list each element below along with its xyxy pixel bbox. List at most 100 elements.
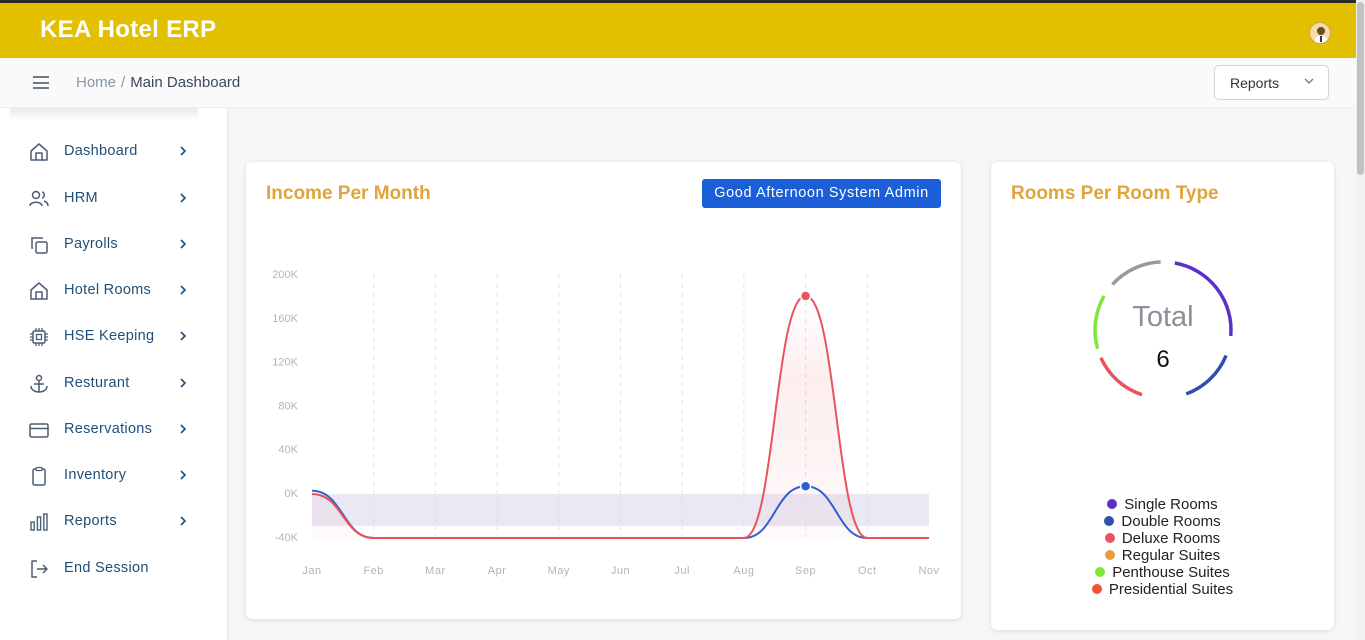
chevron-right-icon	[180, 285, 187, 295]
legend-dot	[1104, 533, 1115, 544]
chevron-right-icon	[180, 193, 187, 203]
data-point	[799, 290, 812, 302]
total-value: 6	[1156, 346, 1169, 373]
users-icon	[29, 190, 49, 207]
legend-dot	[1104, 516, 1115, 527]
copy-icon	[31, 237, 48, 254]
bar-chart-icon	[30, 513, 48, 531]
sidebar-item-inventory[interactable]: Inventory	[28, 461, 198, 489]
legend-dot	[1104, 550, 1115, 561]
home-icon	[30, 282, 48, 300]
legend-item[interactable]: Penthouse Suites	[991, 564, 1334, 581]
legend-label: Penthouse Suites	[1112, 564, 1230, 581]
page-scrollbar[interactable]	[1356, 0, 1365, 640]
anchor-icon	[30, 374, 48, 393]
legend-label: Deluxe Rooms	[1121, 530, 1221, 547]
x-tick-label: May	[548, 565, 570, 577]
y-tick-label: 120K	[272, 357, 298, 369]
sidebar: Dashboard HRM Payrolls Hotel Rooms HSE K…	[0, 108, 228, 640]
sidebar-item-dashboard[interactable]: Dashboard	[28, 137, 198, 165]
x-tick-label: Jun	[611, 565, 630, 577]
sidebar-item-end-session[interactable]: End Session	[28, 554, 198, 582]
x-tick-label: Aug	[733, 565, 754, 577]
sidebar-item-label: Reservations	[64, 421, 153, 437]
sidebar-item-label: Reports	[64, 513, 117, 529]
legend-label: Presidential Suites	[1108, 581, 1234, 598]
legend-dot	[1095, 567, 1106, 578]
x-tick-label: Nov	[918, 565, 939, 577]
top-bar: KEA Hotel ERP	[0, 0, 1356, 58]
sidebar-item-label: Hotel Rooms	[64, 282, 152, 298]
scrollbar-thumb[interactable]	[1357, 2, 1364, 175]
legend-item[interactable]: Deluxe Rooms	[991, 530, 1334, 547]
x-tick-label: Apr	[488, 565, 507, 577]
rooms-radial-chart: Total 6	[1093, 260, 1233, 397]
sidebar-item-label: Inventory	[64, 467, 127, 483]
clipboard-icon	[32, 466, 46, 486]
y-tick-label: -40K	[275, 532, 299, 544]
sidebar-item-label: Dashboard	[64, 143, 138, 159]
sidebar-item-reservations[interactable]: Reservations	[28, 415, 198, 443]
legend-label: Single Rooms	[1124, 496, 1218, 513]
legend-item[interactable]: Regular Suites	[991, 547, 1334, 564]
cpu-icon	[30, 328, 48, 346]
penthouse-suites-arc	[1093, 295, 1106, 350]
sidebar-item-payrolls[interactable]: Payrolls	[28, 230, 198, 258]
legend-dot	[1107, 499, 1118, 510]
breadcrumb-bar: Home / Main Dashboard Reports	[0, 58, 1356, 108]
legend-item[interactable]: Double Rooms	[991, 513, 1334, 530]
log-out-icon	[31, 560, 48, 578]
sidebar-item-label: HSE Keeping	[64, 328, 155, 344]
double-rooms-arc	[1185, 354, 1228, 396]
y-tick-label: 160K	[272, 313, 298, 325]
chart-legend: Single Rooms Double Rooms Deluxe Rooms Regu…	[991, 496, 1334, 598]
rooms-per-room-type-card: Rooms Per Room Type Total 6 Single Rooms…	[991, 162, 1334, 630]
income-per-month-card: Income Per Month Good Afternoon System A…	[246, 162, 961, 619]
sidebar-item-hse-keeping[interactable]: HSE Keeping	[28, 322, 198, 350]
user-avatar[interactable]	[1309, 22, 1331, 44]
chevron-right-icon	[180, 470, 187, 480]
sidebar-item-hotel-rooms[interactable]: Hotel Rooms	[28, 276, 198, 304]
sidebar-item-label: End Session	[64, 560, 149, 576]
legend-item[interactable]: Presidential Suites	[991, 581, 1334, 598]
chevron-down-icon	[1304, 74, 1314, 91]
chevron-right-icon	[180, 239, 187, 249]
chevron-right-icon	[180, 331, 187, 341]
income-chart: 200K 160K 120K 80K 40K 0K -40K Jan Feb Mar Apr May J…	[272, 269, 939, 577]
x-tick-label: Sep	[795, 565, 816, 577]
brand-title[interactable]: KEA Hotel ERP	[40, 16, 216, 44]
x-tick-label: Mar	[425, 565, 445, 577]
legend-label: Double Rooms	[1121, 513, 1221, 530]
legend-dot	[1091, 584, 1102, 595]
credit-card-icon	[29, 423, 49, 438]
menu-toggle-icon[interactable]	[33, 76, 49, 89]
home-icon	[30, 143, 48, 161]
x-tick-label: Oct	[858, 565, 877, 577]
chevron-right-icon	[180, 424, 187, 434]
x-tick-label: Jan	[302, 565, 321, 577]
reports-dropdown-label: Reports	[1230, 75, 1280, 91]
legend-label: Regular Suites	[1121, 547, 1221, 564]
y-tick-label: 40K	[278, 444, 298, 456]
ring-track-arc	[1111, 260, 1161, 286]
breadcrumb: Home / Main Dashboard	[76, 74, 240, 91]
x-tick-label: Jul	[674, 565, 690, 577]
breadcrumb-home[interactable]: Home	[76, 74, 116, 91]
legend-item[interactable]: Single Rooms	[991, 496, 1334, 513]
sidebar-item-hrm[interactable]: HRM	[28, 184, 198, 212]
x-tick-label: Feb	[363, 565, 383, 577]
deluxe-rooms-arc	[1099, 356, 1143, 397]
total-label: Total	[1132, 301, 1193, 333]
chevron-right-icon	[180, 146, 187, 156]
breadcrumb-separator: /	[121, 74, 126, 91]
sidebar-item-resturant[interactable]: Resturant	[28, 369, 198, 397]
reports-dropdown[interactable]: Reports	[1214, 65, 1329, 100]
y-tick-label: 200K	[272, 269, 298, 281]
y-tick-label: 0K	[285, 488, 299, 500]
y-tick-label: 80K	[278, 400, 298, 412]
sidebar-item-label: Payrolls	[64, 236, 118, 252]
data-point	[799, 480, 812, 493]
chevron-right-icon	[180, 378, 187, 388]
sidebar-item-reports[interactable]: Reports	[28, 507, 198, 535]
sidebar-item-label: HRM	[64, 190, 98, 206]
